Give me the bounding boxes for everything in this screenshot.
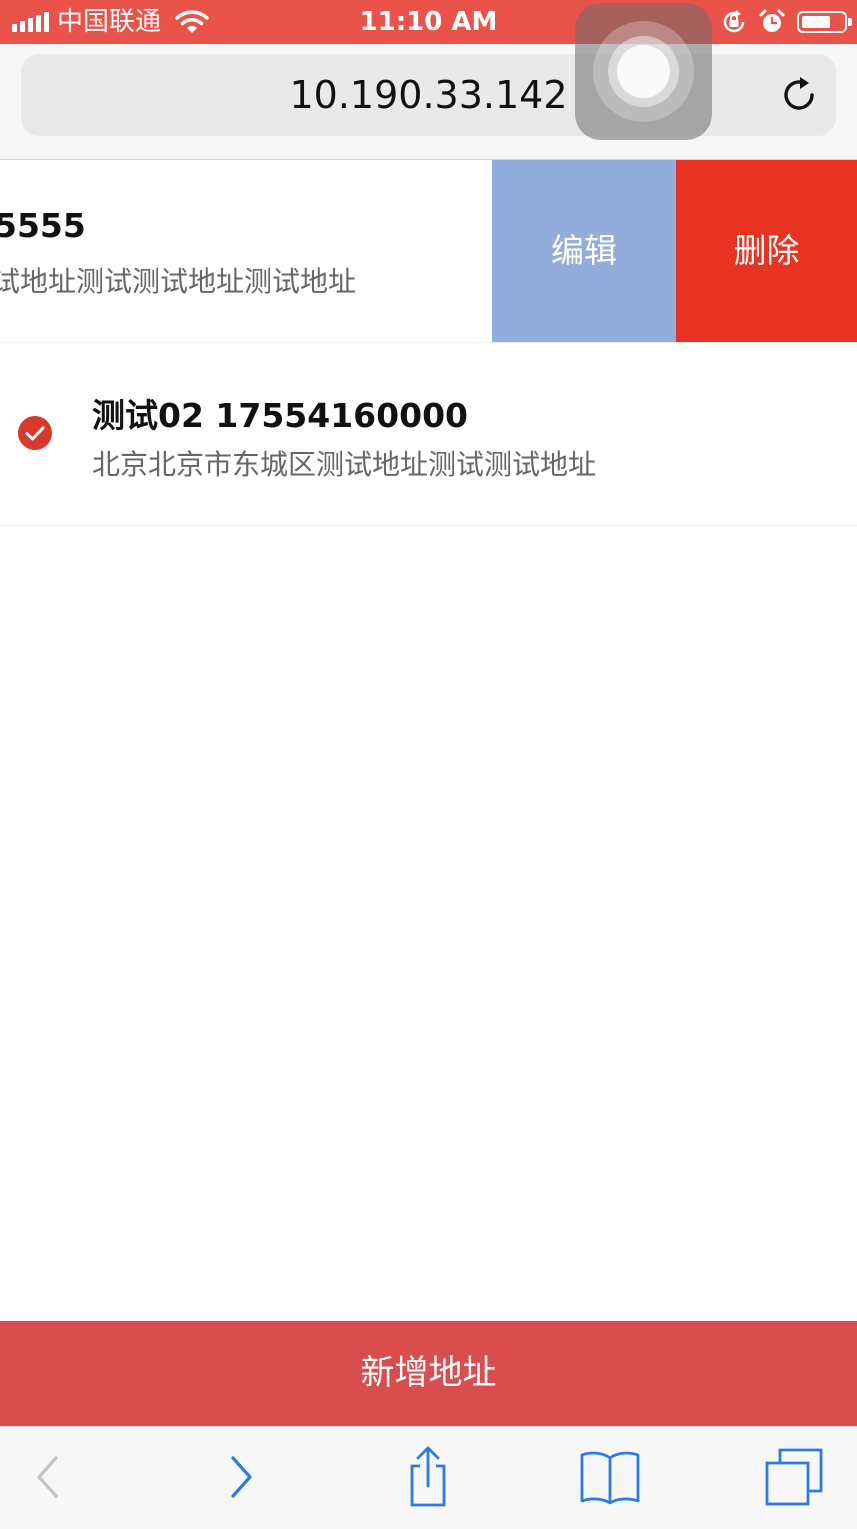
share-icon[interactable] <box>396 1445 460 1509</box>
status-bar: 中国联通 11:10 AM <box>0 0 857 44</box>
back-icon[interactable] <box>16 1445 80 1509</box>
delete-button[interactable]: 删除 <box>676 160 857 342</box>
address-detail: 北京北京市东城区测试地址测试测试地址 <box>92 448 597 481</box>
orientation-lock-icon <box>723 10 745 33</box>
bookmarks-icon[interactable] <box>578 1445 642 1509</box>
status-right <box>721 8 852 36</box>
url-text[interactable]: 10.190.33.142 <box>21 54 836 136</box>
tabs-icon[interactable] <box>762 1445 826 1509</box>
alarm-icon <box>759 9 785 32</box>
forward-icon[interactable] <box>209 1445 273 1509</box>
address-detail: 试地址测试测试地址测试地址 <box>0 265 357 298</box>
browser-toolbar <box>0 1426 857 1529</box>
reload-icon[interactable] <box>780 76 818 114</box>
address-item[interactable]: 测试02 17554160000 北京北京市东城区测试地址测试测试地址 <box>0 343 857 526</box>
address-name-phone: 测试02 17554160000 <box>92 396 468 435</box>
address-name-phone: 5555 <box>0 206 86 245</box>
assistive-touch-button[interactable] <box>575 3 712 140</box>
browser-address-area: 10.190.33.142 <box>0 44 857 160</box>
add-address-button[interactable]: 新增地址 <box>0 1321 857 1426</box>
url-field[interactable]: 10.190.33.142 <box>21 54 836 136</box>
battery-icon <box>797 11 852 33</box>
selected-check-icon[interactable] <box>18 416 52 450</box>
address-item[interactable]: 5555 试地址测试测试地址测试地址 编辑 删除 <box>0 160 857 343</box>
edit-button[interactable]: 编辑 <box>492 160 676 342</box>
